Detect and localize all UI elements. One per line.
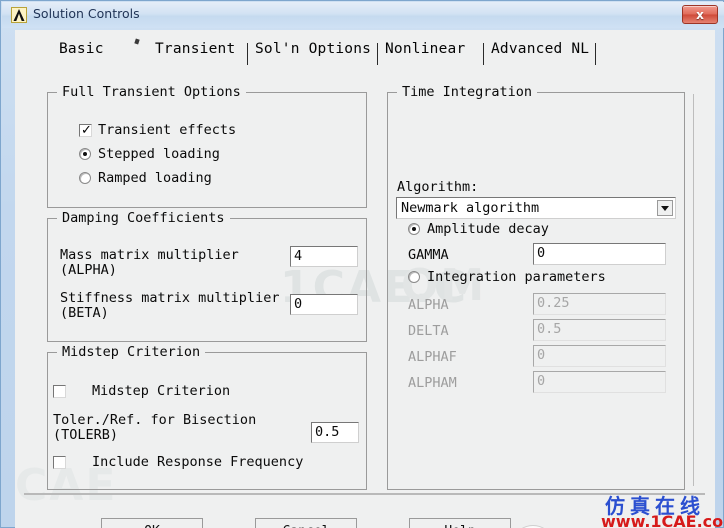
radio-amplitude-decay[interactable]	[408, 223, 420, 235]
ansys-a-icon	[11, 7, 27, 23]
input-tolerb[interactable]: 0.5	[311, 422, 359, 443]
label-alpham: ALPHAM	[408, 375, 457, 391]
checkbox-transient-effects[interactable]: ✓	[79, 124, 92, 137]
checkbox-include-response-frequency[interactable]	[53, 456, 66, 469]
watermark-wechat: 微信号:ansys-good	[515, 523, 715, 528]
dropdown-algorithm-value: Newmark algorithm	[401, 200, 540, 216]
panel-divider	[693, 94, 694, 486]
solution-controls-dialog: Solution Controls x 1CAE.C OM CAE Basic …	[0, 0, 724, 528]
label-ramped-loading: Ramped loading	[98, 170, 212, 186]
chevron-down-icon[interactable]	[657, 200, 673, 216]
input-alpham: 0	[533, 371, 666, 393]
label-amplitude-decay: Amplitude decay	[427, 221, 549, 237]
label-beta-param: (BETA)	[60, 305, 109, 321]
label-midstep-criterion: Midstep Criterion	[92, 383, 231, 399]
input-alpha-integration: 0.25	[533, 293, 666, 315]
label-alphaf: ALPHAF	[408, 349, 457, 365]
window-frame: Solution Controls x 1CAE.C OM CAE Basic …	[0, 0, 724, 528]
checkbox-midstep-criterion[interactable]	[53, 385, 66, 398]
label-stiffness-matrix-multiplier: Stiffness matrix multiplier	[60, 290, 280, 306]
input-gamma[interactable]: 0	[533, 243, 666, 265]
tab-separator	[377, 43, 378, 65]
bottom-separator	[24, 493, 705, 495]
tab-separator	[595, 43, 596, 65]
label-alpha-integration: ALPHA	[408, 297, 449, 313]
radio-stepped-loading[interactable]	[79, 148, 91, 160]
input-beta[interactable]: 0	[290, 294, 358, 315]
group-time-integration: Time Integration	[387, 84, 685, 490]
radio-ramped-loading[interactable]	[79, 172, 91, 184]
help-button[interactable]: Help	[409, 518, 511, 528]
close-icon[interactable]: x	[682, 5, 718, 24]
group-title-midstep-criterion: Midstep Criterion	[57, 344, 206, 360]
label-mass-matrix-multiplier: Mass matrix multiplier	[60, 247, 239, 263]
label-gamma: GAMMA	[408, 247, 449, 263]
tab-transient[interactable]: Transient	[155, 41, 235, 57]
tab-separator	[483, 43, 484, 65]
tab-advanced-nl[interactable]: Advanced NL	[491, 41, 589, 57]
label-integration-parameters: Integration parameters	[427, 269, 606, 285]
group-title-time-integration: Time Integration	[397, 84, 538, 100]
title-bar: Solution Controls x	[2, 2, 724, 28]
tab-soln-options[interactable]: Sol'n Options	[255, 41, 371, 57]
tab-nonlinear[interactable]: Nonlinear	[385, 41, 465, 57]
watermark-wechat-text: 微信号:ansys-good	[561, 523, 715, 528]
dialog-client-area: 1CAE.C OM CAE Basic Transient Sol'n Opti…	[15, 30, 715, 528]
cancel-button[interactable]: Cancel	[255, 518, 357, 528]
group-title-full-transient-options: Full Transient Options	[57, 84, 246, 100]
group-damping-coefficients: Damping Coefficients	[47, 210, 367, 342]
check-mark-icon: ✓	[81, 123, 92, 138]
label-alpha-param: (ALPHA)	[60, 262, 117, 278]
dropdown-algorithm[interactable]: Newmark algorithm	[396, 197, 676, 219]
window-title: Solution Controls	[33, 6, 140, 21]
input-alphaf: 0	[533, 345, 666, 367]
tab-separator	[247, 43, 248, 65]
tab-strip: Basic Transient Sol'n Options Nonlinear …	[15, 30, 715, 70]
tab-tick-mark	[134, 38, 140, 45]
input-alpha[interactable]: 4	[290, 246, 358, 267]
input-delta: 0.5	[533, 319, 666, 341]
label-transient-effects: Transient effects	[98, 122, 237, 138]
radio-integration-parameters[interactable]	[408, 271, 420, 283]
tab-basic[interactable]: Basic	[59, 41, 104, 57]
label-delta: DELTA	[408, 323, 449, 339]
group-title-damping-coefficients: Damping Coefficients	[57, 210, 230, 226]
label-algorithm: Algorithm:	[397, 179, 479, 195]
ok-button[interactable]: OK	[101, 518, 203, 528]
label-stepped-loading: Stepped loading	[98, 146, 220, 162]
label-toler-ref-bisection: Toler./Ref. for Bisection	[53, 412, 257, 428]
label-tolerb-param: (TOLERB)	[53, 427, 119, 443]
label-include-response-frequency: Include Response Frequency	[92, 454, 304, 470]
